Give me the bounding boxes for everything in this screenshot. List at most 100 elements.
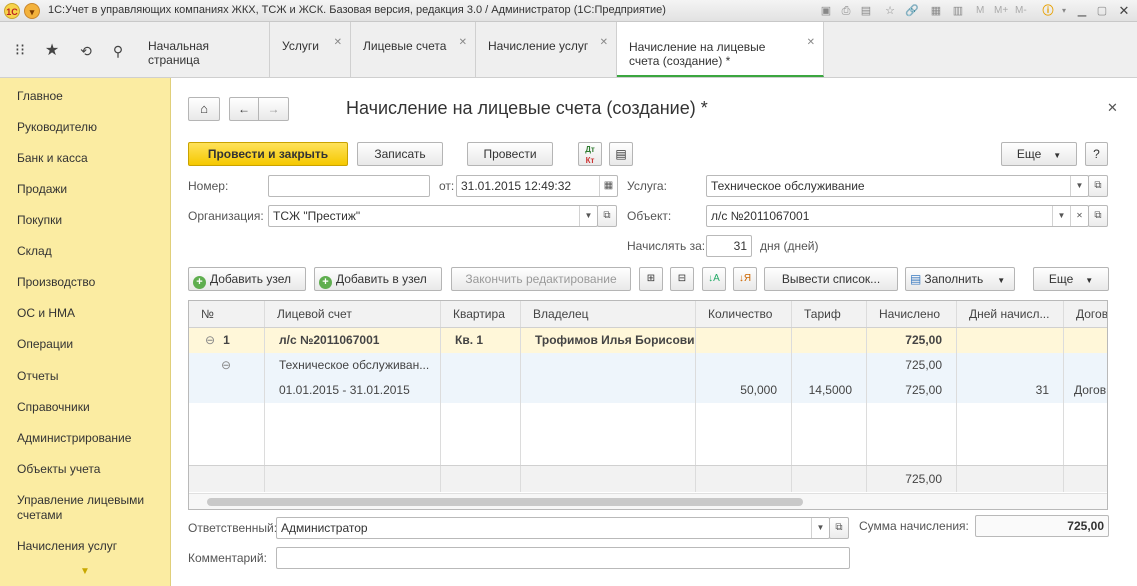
col-tariff[interactable]: Тариф [792,301,867,327]
scroll-down-icon[interactable]: ▼ [80,566,90,577]
organization-field[interactable]: ТСЖ "Престиж" ▼ [268,205,598,227]
app-logo-icon[interactable]: 1С [4,3,20,19]
responsible-field[interactable]: Администратор ▼ [276,517,830,539]
col-account[interactable]: Лицевой счет [265,301,441,327]
collapse-icon[interactable]: ⊖ [205,333,215,347]
service-field[interactable]: Техническое обслуживание ▼ [706,175,1089,197]
finish-editing-button[interactable]: Закончить редактирование [451,267,631,291]
tab-account-accrual-create[interactable]: Начисление на лицевые счета (создание) *… [617,22,824,77]
main-menu-icon[interactable]: ▾ [24,3,40,19]
home-button[interactable]: ⌂ [188,97,220,121]
sidebar-item-manager[interactable]: Руководителю [17,120,167,135]
print-icon[interactable]: ⎙ [838,3,854,19]
close-icon[interactable]: ✕ [459,36,467,50]
table-row[interactable]: ⊖ 1 л/с №2011067001 Кв. 1 Трофимов Илья Б… [189,328,1107,353]
dt-kt-icon[interactable]: Дт Кт [578,142,602,166]
sidebar-item-administration[interactable]: Администрирование [17,431,167,446]
close-icon[interactable]: ✕ [334,36,342,50]
maximize-icon[interactable]: ▢ [1094,3,1110,19]
chevron-down-icon[interactable]: ▼ [579,206,597,226]
tab-accounts[interactable]: Лицевые счета ✕ [351,22,476,78]
post-and-close-button[interactable]: Провести и закрыть [188,142,348,166]
forward-button[interactable]: → [259,97,289,121]
sidebar-item-fixed-assets[interactable]: ОС и НМА [17,306,167,321]
sort-desc-icon[interactable]: ↓Я [733,267,757,291]
col-owner[interactable]: Владелец [521,301,696,327]
tab-start-page[interactable]: Начальная страница [136,22,270,78]
collapse-icon[interactable]: ⊖ [221,358,231,372]
close-icon[interactable]: ✕ [600,36,608,50]
number-field[interactable] [268,175,430,197]
chevron-down-icon[interactable]: ▼ [1070,176,1088,196]
close-icon[interactable]: ✕ [1107,100,1118,116]
sort-asc-icon[interactable]: ↓A [702,267,726,291]
calculator-icon[interactable]: ▦ [928,3,944,19]
search-icon[interactable]: ⚲ [105,38,131,64]
sidebar-item-service-accruals[interactable]: Начисления услуг [17,539,167,554]
sidebar-item-warehouse[interactable]: Склад [17,244,167,259]
calendar-icon[interactable]: ▦ [599,176,617,196]
table-row[interactable]: 01.01.2015 - 31.01.2015 50,000 14,5000 7… [189,378,1107,403]
clear-icon[interactable]: ✕ [1070,206,1088,226]
chevron-down-icon[interactable]: ▾ [1056,3,1072,19]
minimize-icon[interactable]: ▁ [1074,3,1090,19]
more-button[interactable]: Еще ▼ [1001,142,1077,166]
tab-services[interactable]: Услуги ✕ [270,22,351,78]
favorite-icon[interactable]: ☆ [882,3,898,19]
fill-button[interactable]: ▤ Заполнить ▼ [905,267,1015,291]
sidebar-item-main[interactable]: Главное [17,89,167,104]
open-organization-icon[interactable]: ⧉ [597,205,617,227]
help-button[interactable]: ? [1085,142,1108,166]
save-button[interactable]: Записать [357,142,443,166]
history-icon[interactable]: ⟲ [73,38,99,64]
close-icon[interactable]: ✕ [807,36,815,50]
accrue-days-field[interactable]: 31 [706,235,752,257]
horizontal-scrollbar[interactable] [189,493,1107,509]
col-number[interactable]: № [189,301,265,327]
post-button[interactable]: Провести [467,142,553,166]
date-field[interactable]: 31.01.2015 12:49:32 ▦ [456,175,618,197]
table-more-button[interactable]: Еще ▼ [1033,267,1109,291]
table-row[interactable]: ⊖ Техническое обслуживан... 725,00 [189,353,1107,378]
tab-service-accruals[interactable]: Начисление услуг ✕ [476,22,617,78]
collapse-tree-icon[interactable]: ⊟ [670,267,694,291]
back-button[interactable]: ← [229,97,259,121]
sidebar-item-sales[interactable]: Продажи [17,182,167,197]
chevron-down-icon[interactable]: ▼ [811,518,829,538]
sidebar-item-accounting-objects[interactable]: Объекты учета [17,462,167,477]
open-service-icon[interactable]: ⧉ [1088,175,1108,197]
open-responsible-icon[interactable]: ⧉ [829,517,849,539]
save-icon[interactable]: ▣ [818,3,834,19]
object-field[interactable]: л/с №2011067001 ▼ ✕ [706,205,1089,227]
sidebar-item-bank[interactable]: Банк и касса [17,151,167,166]
col-accrued[interactable]: Начислено [867,301,957,327]
add-node-button[interactable]: + Добавить узел [188,267,306,291]
scrollbar-thumb[interactable] [207,498,803,506]
sidebar-item-account-management[interactable]: Управление лицевыми счетами [17,493,147,523]
open-object-icon[interactable]: ⧉ [1088,205,1108,227]
col-days[interactable]: Дней начисл... [957,301,1064,327]
preview-icon[interactable]: ▤ [858,3,874,19]
expand-tree-icon[interactable]: ⊞ [639,267,663,291]
sidebar-item-operations[interactable]: Операции [17,337,167,352]
apps-grid-icon[interactable]: ⁝⁝ [7,38,33,64]
comment-field[interactable] [276,547,850,569]
sidebar-item-directories[interactable]: Справочники [17,400,167,415]
chevron-down-icon[interactable]: ▼ [1052,206,1070,226]
star-icon[interactable]: ★ [39,38,65,64]
sidebar-item-purchases[interactable]: Покупки [17,213,167,228]
mem-button[interactable]: M [976,5,984,16]
add-to-node-button[interactable]: + Добавить в узел [314,267,442,291]
col-apartment[interactable]: Квартира [441,301,521,327]
calendar-icon[interactable]: ▥ [950,3,966,19]
col-quantity[interactable]: Количество [696,301,792,327]
mem-plus-button[interactable]: M+ [994,5,1008,16]
close-icon[interactable]: ✕ [1116,3,1132,19]
output-list-button[interactable]: Вывести список... [764,267,898,291]
accruals-table[interactable]: № Лицевой счет Квартира Владелец Количес… [188,300,1108,510]
document-icon[interactable]: ▤ [609,142,633,166]
col-contract[interactable]: Догов [1064,301,1107,327]
link-icon[interactable]: 🔗 [904,3,920,19]
sidebar-item-production[interactable]: Производство [17,275,167,290]
info-icon[interactable]: ⓘ [1040,3,1056,19]
